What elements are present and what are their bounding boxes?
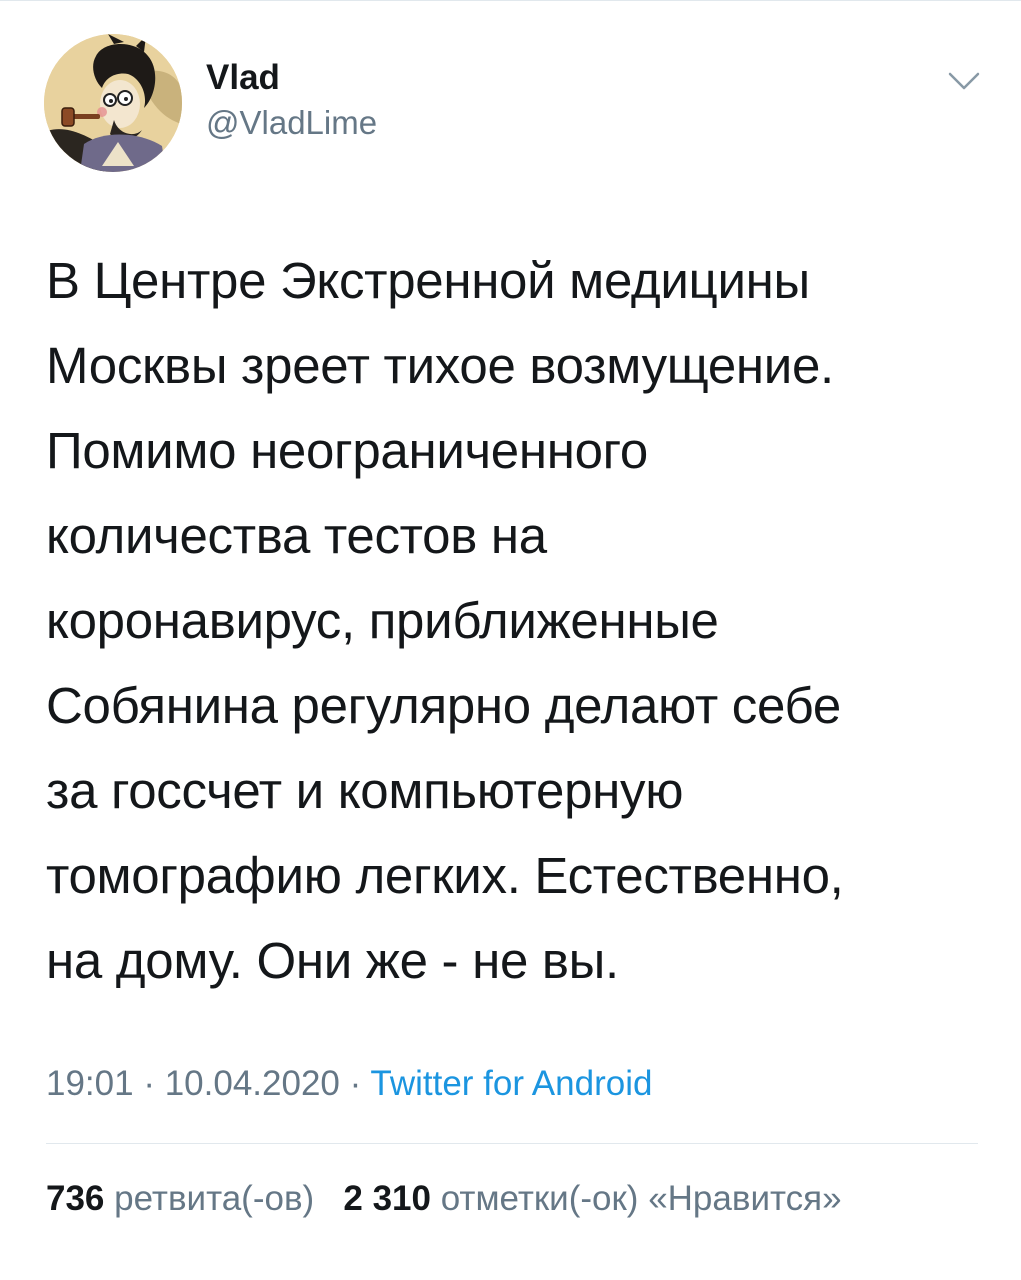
tweet-date[interactable]: 10.04.2020 (165, 1064, 340, 1103)
meta-separator: · (349, 1064, 362, 1103)
retweets-stat[interactable]: 736 ретвита(-ов) (46, 1179, 314, 1218)
meta-separator: · (143, 1064, 155, 1103)
author-block: Vlad @VladLime (206, 58, 377, 142)
tweet-time[interactable]: 19:01 (46, 1064, 134, 1103)
stats-divider (46, 1143, 978, 1144)
likes-label: отметки(-ок) «Нравится» (440, 1179, 842, 1218)
author-handle[interactable]: @VladLime (206, 104, 377, 142)
likes-count: 2 310 (343, 1179, 431, 1218)
retweets-label: ретвита(-ов) (114, 1179, 315, 1218)
retweets-count: 736 (46, 1179, 105, 1218)
chevron-down-icon (948, 72, 980, 90)
tweet-card: Vlad @VladLime В Центре Экстренной медиц… (0, 0, 1021, 1280)
tweet-metadata: 19:01 · 10.04.2020 · Twitter for Android (46, 1062, 652, 1106)
likes-stat[interactable]: 2 310 отметки(-ок) «Нравится» (343, 1179, 841, 1218)
tweet-menu-button[interactable] (942, 66, 986, 96)
tweet-stats: 736 ретвита(-ов) 2 310 отметки(-ок) «Нра… (46, 1176, 842, 1222)
author-display-name[interactable]: Vlad (206, 58, 377, 98)
avatar[interactable] (44, 34, 182, 172)
cartoon-character-with-pipe-avatar (44, 34, 182, 172)
tweet-text: В Центре Экстренной медицины Москвы зрее… (46, 252, 844, 989)
tweet-source-link[interactable]: Twitter for Android (370, 1064, 652, 1103)
